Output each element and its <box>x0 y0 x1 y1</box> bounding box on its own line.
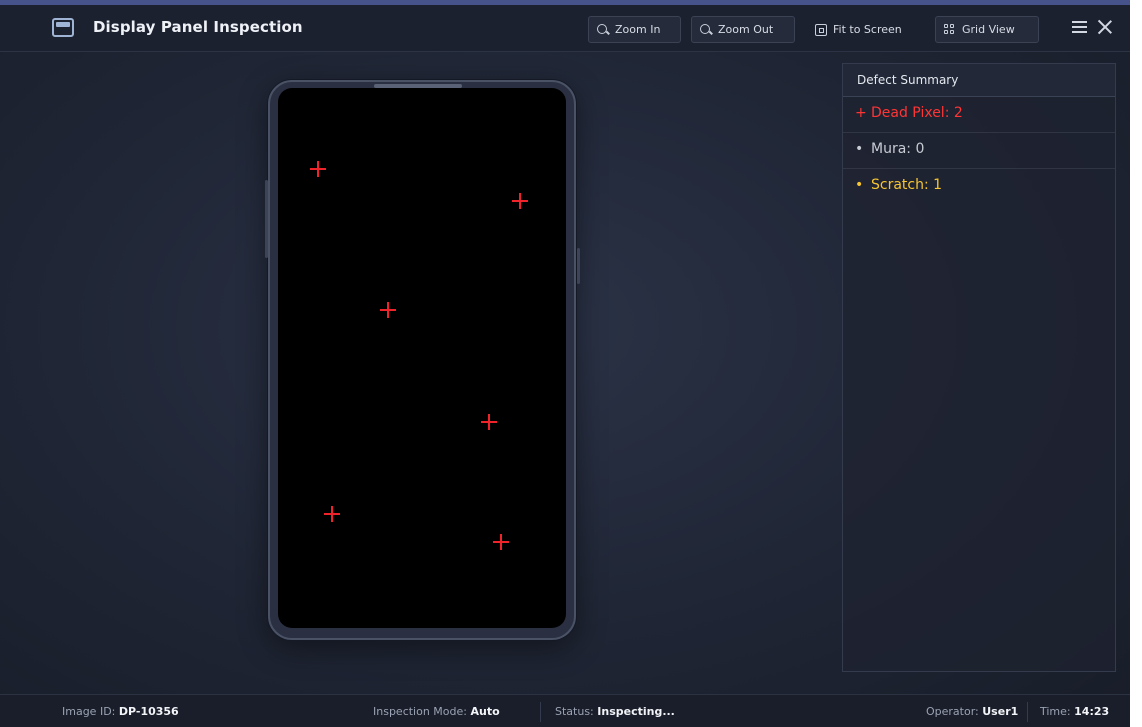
status-divider <box>1027 702 1028 722</box>
title-bar: Display Panel Inspection Zoom In Zoom Ou… <box>0 5 1130 52</box>
operator-field: Operator: User1 <box>926 705 1018 718</box>
defect-summary-title: Defect Summary <box>843 64 1115 97</box>
defect-marker[interactable] <box>512 193 528 209</box>
defect-label: Scratch: 1 <box>871 177 943 193</box>
status-label: Status: <box>555 705 594 718</box>
defect-bullet: + <box>855 105 867 121</box>
defect-marker[interactable] <box>310 161 326 177</box>
device-power-button <box>577 248 580 284</box>
defect-marker[interactable] <box>481 414 497 430</box>
defect-marker[interactable] <box>324 506 340 522</box>
operator-value: User1 <box>982 705 1019 718</box>
grid-view-button[interactable]: Grid View <box>935 16 1039 43</box>
time-value: 14:23 <box>1074 705 1110 718</box>
defect-item-mura[interactable]: • Mura: 0 <box>843 133 1115 169</box>
grid-view-icon <box>944 23 956 36</box>
defect-marker[interactable] <box>493 534 509 550</box>
operator-label: Operator: <box>926 705 979 718</box>
display-panel-device <box>265 80 580 640</box>
status-divider <box>540 702 541 722</box>
image-id-value: DP-10356 <box>118 705 179 718</box>
status-value: Inspecting... <box>597 705 675 718</box>
defect-bullet: • <box>855 177 864 193</box>
app-title: Display Panel Inspection <box>93 18 303 36</box>
defect-marker[interactable] <box>380 302 396 318</box>
zoom-in-icon <box>597 23 609 36</box>
fit-to-screen-label: Fit to Screen <box>833 23 902 36</box>
zoom-out-button[interactable]: Zoom Out <box>691 16 795 43</box>
grid-view-label: Grid View <box>962 23 1015 36</box>
zoom-out-icon <box>700 23 712 36</box>
zoom-in-button[interactable]: Zoom In <box>588 16 681 43</box>
fit-to-screen-icon <box>815 23 827 36</box>
fit-to-screen-button[interactable]: Fit to Screen <box>806 16 924 43</box>
inspection-mode-value: Auto <box>470 705 500 718</box>
display-screen[interactable] <box>278 88 566 628</box>
status-field: Status: Inspecting... <box>555 705 675 718</box>
inspection-mode-field: Inspection Mode: Auto <box>373 705 500 718</box>
defect-label: Dead Pixel: 2 <box>871 105 963 121</box>
defect-item-dead-pixel[interactable]: + Dead Pixel: 2 <box>843 97 1115 133</box>
image-id-field: Image ID: DP-10356 <box>62 705 179 718</box>
defect-item-scratch[interactable]: • Scratch: 1 <box>843 169 1115 205</box>
time-field: Time: 14:23 <box>1040 705 1109 718</box>
defect-summary-panel: Defect Summary + Dead Pixel: 2 • Mura: 0 •… <box>842 63 1116 672</box>
defect-bullet: • <box>855 141 864 157</box>
zoom-in-label: Zoom In <box>615 23 661 36</box>
menu-icon[interactable] <box>1072 21 1087 33</box>
image-id-label: Image ID: <box>62 705 116 718</box>
inspection-mode-label: Inspection Mode: <box>373 705 467 718</box>
display-monitor-icon <box>52 18 74 37</box>
close-icon[interactable] <box>1097 19 1113 35</box>
device-side-button <box>265 180 268 258</box>
time-label: Time: <box>1040 705 1071 718</box>
zoom-out-label: Zoom Out <box>718 23 774 36</box>
status-bar: Image ID: DP-10356 Inspection Mode: Auto… <box>0 694 1130 727</box>
inspection-app-window: Display Panel Inspection Zoom In Zoom Ou… <box>0 0 1130 727</box>
defect-label: Mura: 0 <box>871 141 925 157</box>
